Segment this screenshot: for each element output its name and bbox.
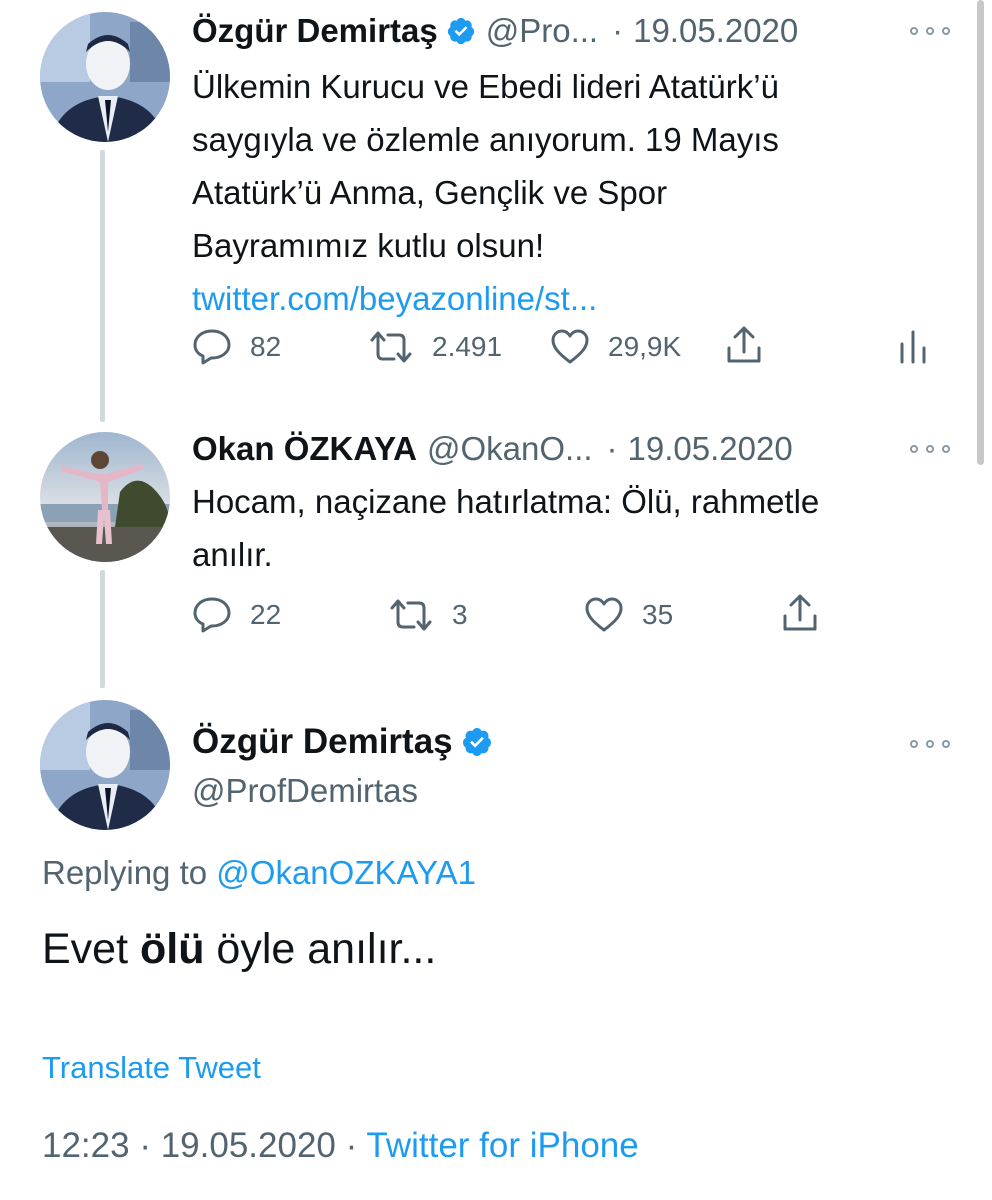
verified-badge-icon xyxy=(447,17,474,45)
main-author: Özgür Demirtaş xyxy=(192,722,493,762)
retweet-button[interactable]: 2.491 xyxy=(368,328,502,366)
share-icon xyxy=(783,594,817,631)
author-handle[interactable]: @ProfDemirtas xyxy=(192,772,418,810)
more-icon[interactable] xyxy=(910,740,950,750)
replying-label: Replying to xyxy=(42,854,208,891)
tweet-header: Özgür Demirtaş @Pro... · 19.05.2020 xyxy=(192,12,798,50)
text-bold: ölü xyxy=(140,925,205,973)
reply-count: 22 xyxy=(250,599,282,630)
retweet-count: 3 xyxy=(452,599,468,630)
replying-to: Replying to @OkanOZKAYA1 xyxy=(42,854,476,892)
tweet-text-line: Hocam, naçizane hatırlatma: Ölü, rahmetl… xyxy=(192,483,820,520)
analytics-button[interactable] xyxy=(898,328,946,364)
text-part: öyle anılır... xyxy=(204,925,437,973)
tweet-date[interactable]: 19.05.2020 xyxy=(628,430,793,468)
tweet-text-line: Bayramımız kutlu olsun! xyxy=(192,227,545,264)
tweet-meta: 12:23 · 19.05.2020 · Twitter for iPhone xyxy=(42,1126,639,1166)
more-icon[interactable] xyxy=(910,445,950,455)
author-name[interactable]: Özgür Demirtaş xyxy=(192,722,453,762)
thread-line xyxy=(100,150,105,422)
reply-icon xyxy=(193,329,231,365)
tweet-header: Okan ÖZKAYA @OkanO... · 19.05.2020 xyxy=(192,430,793,468)
tweet-date[interactable]: 19.05.2020 xyxy=(633,12,798,50)
like-count: 35 xyxy=(642,599,674,630)
retweet-icon xyxy=(390,599,432,631)
reply-count: 82 xyxy=(250,331,282,362)
translate-tweet-link[interactable]: Translate Tweet xyxy=(42,1050,261,1086)
retweet-icon xyxy=(370,331,412,363)
tweet-text: Ülkemin Kurucu ve Ebedi lideri Atatürk’ü… xyxy=(192,60,779,325)
avatar[interactable] xyxy=(40,700,170,830)
tweet-text-line: Ülkemin Kurucu ve Ebedi lideri Atatürk’ü xyxy=(192,68,779,105)
separator: · xyxy=(612,12,624,49)
thread-line xyxy=(100,570,105,688)
author-name[interactable]: Özgür Demirtaş xyxy=(192,12,438,50)
author-handle[interactable]: @Pro... xyxy=(486,12,598,50)
separator: · xyxy=(345,1126,358,1165)
share-button[interactable] xyxy=(724,324,782,366)
avatar[interactable] xyxy=(40,12,170,142)
tweet-text: Hocam, naçizane hatırlatma: Ölü, rahmetl… xyxy=(192,475,819,581)
tweet-source-link[interactable]: Twitter for iPhone xyxy=(366,1126,638,1165)
share-button[interactable] xyxy=(780,592,838,634)
reply-icon xyxy=(193,597,231,633)
tweet-text-line: anılır. xyxy=(192,536,273,573)
more-icon[interactable] xyxy=(910,27,950,37)
tweet-time[interactable]: 12:23 xyxy=(42,1126,130,1165)
main-tweet-text: Evet ölü öyle anılır... xyxy=(42,925,436,974)
scrollbar[interactable] xyxy=(977,0,984,465)
share-icon xyxy=(727,326,761,363)
author-handle[interactable]: @OkanO... xyxy=(427,430,593,468)
separator: · xyxy=(139,1126,151,1165)
heart-icon xyxy=(585,597,623,632)
like-button[interactable]: 35 xyxy=(584,596,673,634)
tweet-text-line: saygıyla ve özlemle anıyorum. 19 Mayıs xyxy=(192,121,779,158)
reply-button[interactable]: 22 xyxy=(192,596,281,634)
tweet-link[interactable]: twitter.com/beyazonline/st... xyxy=(192,272,779,325)
avatar[interactable] xyxy=(40,432,170,562)
retweet-button[interactable]: 3 xyxy=(388,596,468,634)
text-part: Evet xyxy=(42,925,140,973)
like-button[interactable]: 29,9K xyxy=(550,328,681,366)
analytics-icon xyxy=(900,330,926,364)
retweet-count: 2.491 xyxy=(432,331,503,362)
reply-button[interactable]: 82 xyxy=(192,328,281,366)
like-count: 29,9K xyxy=(608,331,682,362)
verified-badge-icon xyxy=(462,728,491,756)
replying-handle-link[interactable]: @OkanOZKAYA1 xyxy=(216,854,476,891)
separator: · xyxy=(606,430,618,467)
tweet-text-line: Atatürk’ü Anma, Gençlik ve Spor xyxy=(192,174,668,211)
author-name[interactable]: Okan ÖZKAYA xyxy=(192,430,417,468)
heart-icon xyxy=(551,329,589,364)
tweet-date[interactable]: 19.05.2020 xyxy=(161,1126,336,1165)
